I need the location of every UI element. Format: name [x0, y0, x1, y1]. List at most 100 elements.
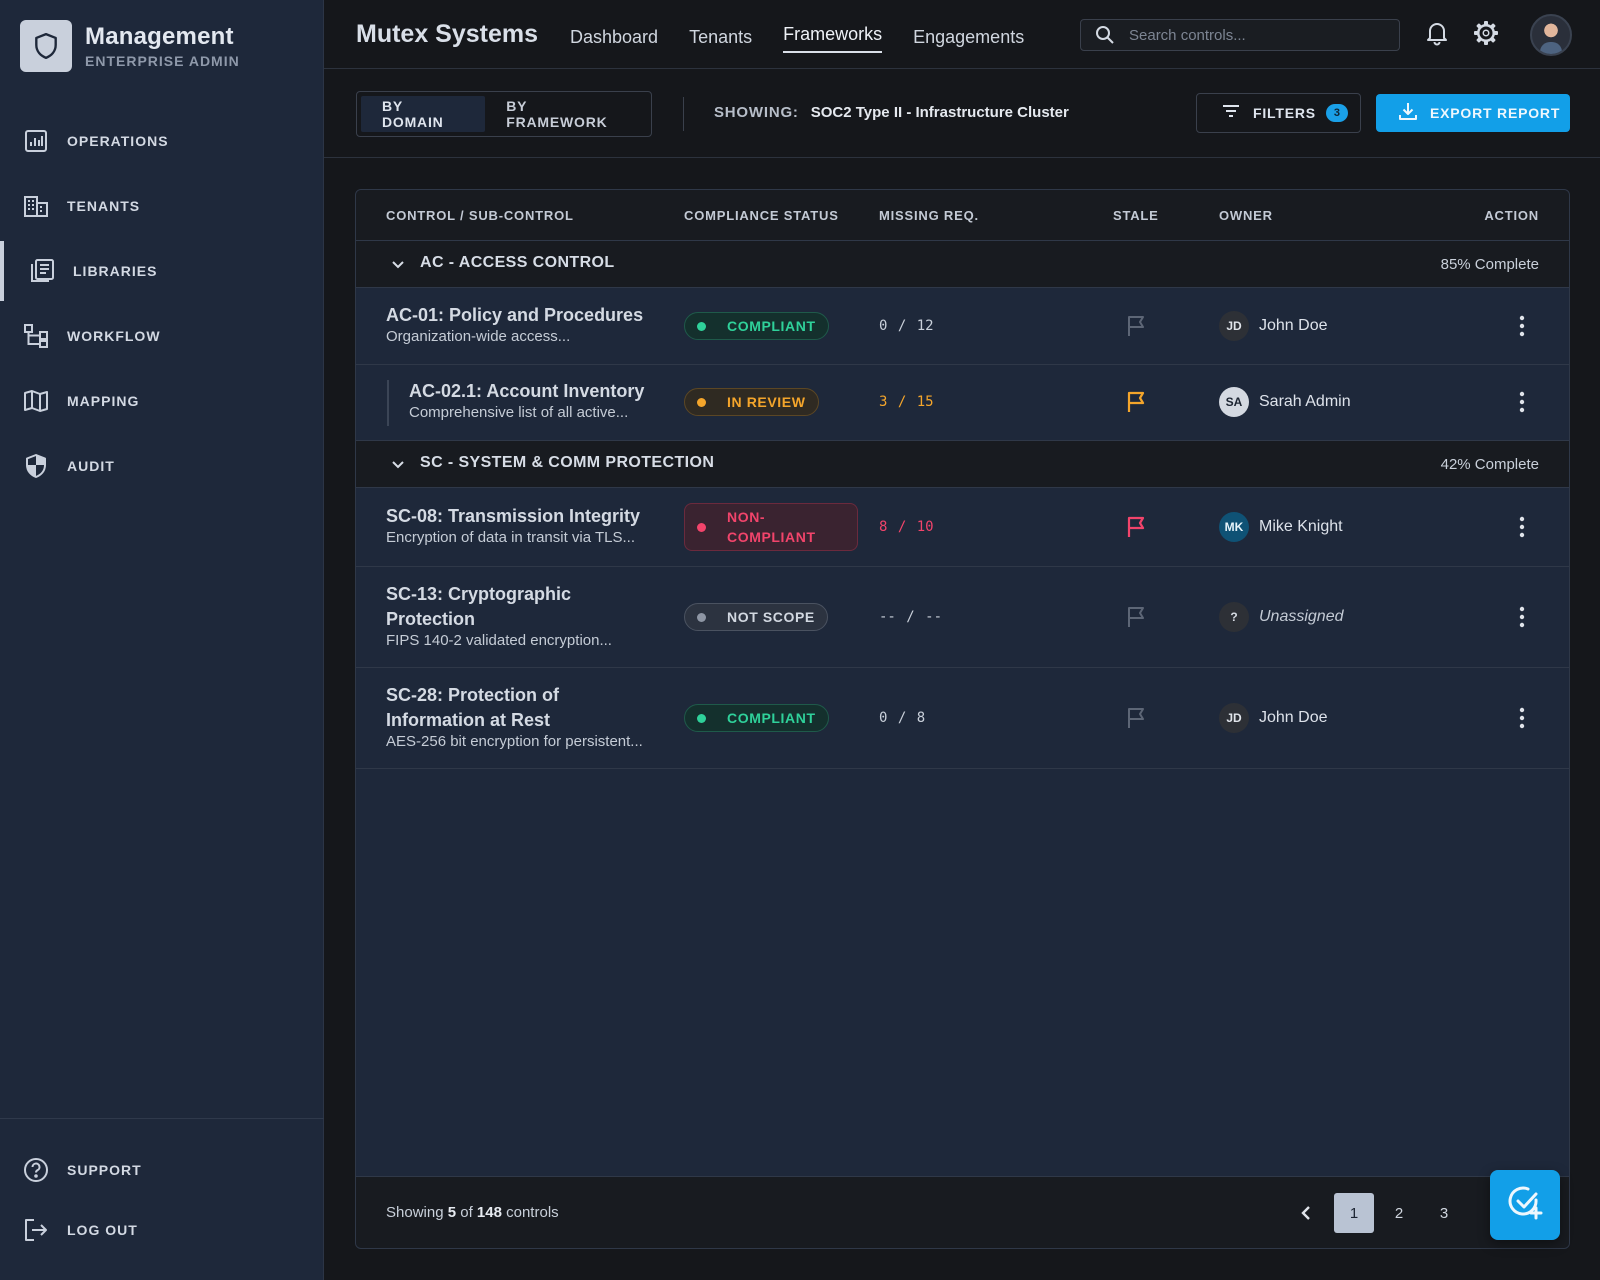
owner: JD John Doe [1219, 703, 1328, 733]
sidebar-item-libraries[interactable]: LIBRARIES [0, 241, 324, 301]
user-avatar[interactable] [1530, 14, 1572, 56]
nav-tenants[interactable]: Tenants [689, 0, 752, 69]
owner-name: John Doe [1259, 709, 1328, 726]
table-row[interactable]: SC-28: Protection of Information at Rest… [356, 668, 1569, 769]
control-title[interactable]: SC-08: Transmission Integrity [386, 504, 661, 529]
more-vertical-icon[interactable] [1512, 605, 1532, 629]
more-vertical-icon[interactable] [1512, 390, 1532, 414]
pagination-summary: Showing 5 of 148 controls [386, 1204, 559, 1221]
flag-icon[interactable] [1125, 515, 1149, 539]
control-title[interactable]: AC-02.1: Account Inventory [409, 379, 684, 404]
status-badge: COMPLIANT [684, 704, 829, 732]
help-circle-icon [22, 1156, 50, 1184]
search-icon [1095, 25, 1115, 45]
view-by-domain-button[interactable]: BY DOMAIN [361, 96, 486, 132]
brand: Management ENTERPRISE ADMIN [20, 20, 240, 72]
sidebar-item-label: LOG OUT [67, 1222, 138, 1238]
control-title[interactable]: AC-01: Policy and Procedures [386, 303, 661, 328]
filters-button[interactable]: FILTERS 3 [1196, 93, 1361, 133]
chevron-left-icon[interactable] [1286, 1193, 1326, 1233]
group-row-sc[interactable]: SC - SYSTEM & COMM PROTECTION 42% Comple… [356, 441, 1569, 488]
sidebar-item-logout[interactable]: LOG OUT [0, 1200, 324, 1260]
sub-control-indent [387, 380, 389, 426]
sidebar: Management ENTERPRISE ADMIN OPERATIONS T… [0, 0, 324, 1280]
export-report-button[interactable]: EXPORT REPORT [1376, 94, 1570, 132]
sidebar-item-support[interactable]: SUPPORT [0, 1140, 324, 1200]
table-row[interactable]: SC-13: Cryptographic Protection FIPS 140… [356, 567, 1569, 668]
missing-requirements: 0 / 12 [879, 318, 934, 334]
chevron-down-icon[interactable] [388, 254, 408, 274]
toolbar: BY DOMAIN BY FRAMEWORK SHOWING: SOC2 Typ… [324, 70, 1600, 158]
control-title[interactable]: SC-13: Cryptographic Protection [386, 582, 661, 632]
filter-icon [1221, 103, 1241, 124]
circle-check-plus-icon [1506, 1184, 1544, 1227]
sidebar-item-mapping[interactable]: MAPPING [0, 371, 324, 431]
more-vertical-icon[interactable] [1512, 515, 1532, 539]
control-title[interactable]: SC-28: Protection of Information at Rest [386, 683, 661, 733]
owner: JD John Doe [1219, 311, 1328, 341]
group-row-ac[interactable]: AC - ACCESS CONTROL 85% Complete [356, 241, 1569, 288]
search-box[interactable] [1080, 19, 1400, 51]
controls-table: CONTROL / SUB-CONTROL COMPLIANCE STATUS … [355, 189, 1570, 1249]
view-by-framework-button[interactable]: BY FRAMEWORK [485, 96, 647, 132]
table-header: CONTROL / SUB-CONTROL COMPLIANCE STATUS … [356, 190, 1569, 241]
control-description: AES-256 bit encryption for persistent... [386, 733, 643, 750]
col-compliance-status: COMPLIANCE STATUS [684, 208, 839, 223]
missing-requirements: 8 / 10 [879, 519, 934, 535]
col-missing-req: MISSING REQ. [879, 208, 979, 223]
status-badge: NOT SCOPE [684, 603, 828, 631]
bell-icon [1425, 20, 1449, 51]
page-3-button[interactable]: 3 [1424, 1193, 1464, 1233]
owner: SA Sarah Admin [1219, 387, 1351, 417]
table-row[interactable]: AC-02.1: Account Inventory Comprehensive… [356, 365, 1569, 441]
more-vertical-icon[interactable] [1512, 314, 1532, 338]
export-report-label: EXPORT REPORT [1430, 105, 1561, 121]
page-1-button[interactable]: 1 [1334, 1193, 1374, 1233]
shield-logo-icon [20, 20, 72, 72]
flag-icon[interactable] [1125, 314, 1149, 338]
showing-value: SOC2 Type II - Infrastructure Cluster [810, 104, 1069, 121]
table-footer: Showing 5 of 148 controls 1 2 3 [356, 1176, 1569, 1248]
settings-button[interactable] [1471, 20, 1501, 50]
flag-icon[interactable] [1125, 390, 1149, 414]
gear-icon [1472, 19, 1500, 52]
sidebar-item-operations[interactable]: OPERATIONS [0, 111, 324, 171]
chart-bar-icon [22, 127, 50, 155]
shield-half-icon [22, 452, 50, 480]
logout-icon [22, 1216, 50, 1244]
chevron-down-icon[interactable] [388, 454, 408, 474]
sidebar-item-tenants[interactable]: TENANTS [0, 176, 324, 236]
owner-name: Mike Knight [1259, 518, 1343, 535]
page-2-button[interactable]: 2 [1379, 1193, 1419, 1233]
owner-name: Sarah Admin [1259, 393, 1351, 410]
sidebar-item-audit[interactable]: AUDIT [0, 436, 324, 496]
control-description: FIPS 140-2 validated encryption... [386, 632, 612, 649]
top-bar: Mutex Systems Dashboard Tenants Framewor… [324, 0, 1600, 69]
sidebar-item-label: OPERATIONS [67, 133, 169, 149]
flag-icon[interactable] [1125, 605, 1149, 629]
nav-engagements[interactable]: Engagements [913, 0, 1024, 69]
search-input[interactable] [1129, 26, 1379, 44]
pagination: 1 2 3 [1286, 1193, 1469, 1233]
table-row[interactable]: SC-08: Transmission Integrity Encryption… [356, 488, 1569, 567]
nav-dashboard[interactable]: Dashboard [570, 0, 658, 69]
more-vertical-icon[interactable] [1512, 706, 1532, 730]
avatar: SA [1219, 387, 1249, 417]
nav-frameworks[interactable]: Frameworks [783, 0, 883, 69]
add-check-fab[interactable] [1490, 1170, 1560, 1240]
owner-name: Unassigned [1259, 608, 1344, 625]
control-description: Encryption of data in transit via TLS... [386, 529, 636, 546]
avatar: MK [1219, 512, 1249, 542]
map-icon [22, 387, 50, 415]
sidebar-divider [0, 1118, 324, 1119]
filters-count-badge: 3 [1325, 104, 1348, 122]
sidebar-item-workflow[interactable]: WORKFLOW [0, 306, 324, 366]
avatar: JD [1219, 703, 1249, 733]
sidebar-item-label: TENANTS [67, 198, 141, 214]
notifications-button[interactable] [1422, 20, 1452, 50]
owner: ? Unassigned [1219, 602, 1344, 632]
table-row[interactable]: AC-01: Policy and Procedures Organizatio… [356, 288, 1569, 365]
group-progress: 85% Complete [1440, 256, 1539, 273]
status-badge: COMPLIANT [684, 312, 829, 340]
flag-icon[interactable] [1125, 706, 1149, 730]
